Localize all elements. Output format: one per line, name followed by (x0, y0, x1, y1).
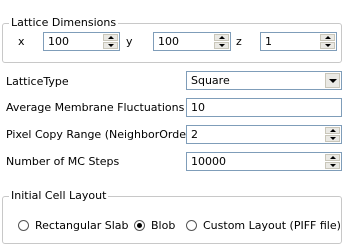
mc-steps-decrement-button[interactable] (325, 162, 340, 169)
y-label: y (126, 35, 133, 48)
down-arrow-icon (108, 44, 114, 47)
rectangular-slab-label[interactable]: Rectangular Slab (35, 219, 129, 232)
up-arrow-icon (325, 36, 331, 39)
membrane-fluctuations-label: Average Membrane Fluctuations (6, 101, 185, 114)
membrane-fluctuations-value[interactable]: 10 (191, 101, 205, 115)
x-decrement-button[interactable] (103, 42, 118, 49)
blob-radio[interactable]: Blob (134, 219, 175, 232)
up-arrow-icon (219, 36, 225, 39)
z-label: z (236, 35, 242, 48)
mc-steps-value[interactable]: 10000 (191, 155, 226, 169)
rectangular-slab-radio[interactable]: Rectangular Slab (18, 219, 129, 232)
z-decrement-button[interactable] (320, 42, 335, 49)
mc-steps-label: Number of MC Steps (6, 155, 120, 168)
pixel-copy-range-value[interactable]: 2 (191, 128, 198, 142)
down-arrow-icon (325, 44, 331, 47)
z-value[interactable]: 1 (265, 35, 272, 49)
pixel-copy-range-label: Pixel Copy Range (NeighborOrder) (6, 128, 195, 141)
lattice-type-selected[interactable]: Square (191, 74, 230, 88)
up-arrow-icon (330, 129, 336, 132)
x-value[interactable]: 100 (48, 35, 69, 49)
lattice-type-select[interactable]: Square (186, 71, 342, 90)
radio-circle-selected-icon[interactable] (134, 220, 145, 231)
lattice-dimensions-title: Lattice Dimensions (9, 16, 119, 30)
chevron-down-icon (329, 79, 337, 83)
down-arrow-icon (219, 44, 225, 47)
y-value[interactable]: 100 (158, 35, 179, 49)
x-increment-button[interactable] (103, 34, 118, 41)
x-label: x (18, 35, 25, 48)
initial-cell-layout-title: Initial Cell Layout (9, 189, 109, 203)
radio-circle-icon[interactable] (18, 220, 29, 231)
y-increment-button[interactable] (214, 34, 229, 41)
blob-label[interactable]: Blob (151, 219, 175, 232)
z-spinbox[interactable]: 1 (260, 32, 337, 51)
lattice-type-label: LatticeType (6, 75, 69, 88)
pixel-copy-range-decrement-button[interactable] (325, 135, 340, 142)
custom-layout-label[interactable]: Custom Layout (PIFF file) (203, 219, 341, 232)
down-arrow-icon (330, 164, 336, 167)
y-spinbox[interactable]: 100 (153, 32, 231, 51)
radio-circle-icon[interactable] (186, 220, 197, 231)
custom-layout-radio[interactable]: Custom Layout (PIFF file) (186, 219, 341, 232)
mc-steps-increment-button[interactable] (325, 154, 340, 161)
membrane-fluctuations-field[interactable]: 10 (186, 98, 342, 117)
up-arrow-icon (108, 36, 114, 39)
y-decrement-button[interactable] (214, 42, 229, 49)
up-arrow-icon (330, 156, 336, 159)
x-spinbox[interactable]: 100 (43, 32, 120, 51)
z-increment-button[interactable] (320, 34, 335, 41)
mc-steps-spinbox[interactable]: 10000 (186, 152, 342, 171)
dropdown-button[interactable] (325, 73, 340, 88)
pixel-copy-range-increment-button[interactable] (325, 127, 340, 134)
pixel-copy-range-spinbox[interactable]: 2 (186, 125, 342, 144)
down-arrow-icon (330, 137, 336, 140)
